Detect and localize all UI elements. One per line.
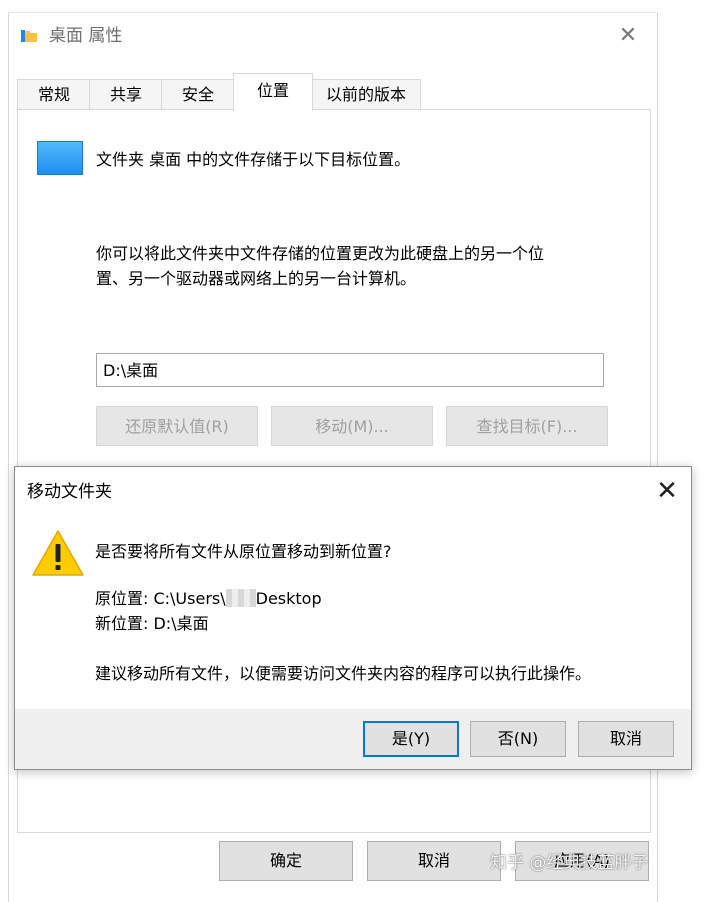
location-info-line-2: 置、另一个驱动器或网络上的另一台计算机。 [96, 269, 417, 288]
dialog-close-button[interactable]: ✕ [649, 475, 685, 507]
original-location: 原位置: C:\Users\ Desktop [95, 588, 322, 610]
no-button[interactable]: 否(N) [470, 721, 566, 757]
redacted-username [225, 589, 256, 607]
original-location-suffix: Desktop [255, 589, 322, 608]
find-target-button[interactable]: 查找目标(F)... [446, 406, 608, 446]
dialog-title: 移动文件夹 [27, 482, 112, 502]
tab-general[interactable]: 常规 [17, 79, 91, 110]
cancel-button[interactable]: 取消 [367, 841, 501, 881]
move-folder-dialog: 移动文件夹 ✕ 是否要将所有文件从原位置移动到新位置? 原位置: C:\User… [14, 466, 692, 770]
warning-triangle-icon [32, 530, 84, 576]
new-location: 新位置: D:\桌面 [95, 614, 209, 633]
yes-button[interactable]: 是(Y) [363, 721, 459, 757]
tab-row: 常规 共享 安全 位置 以前的版本 [17, 73, 649, 111]
original-location-prefix: 原位置: C:\Users\ [95, 589, 226, 608]
dialog-cancel-button[interactable]: 取消 [578, 721, 674, 757]
watermark: 知乎 @经典技蓝胖子 [490, 853, 649, 873]
dialog-suggestion: 建议移动所有文件，以便需要访问文件夹内容的程序可以执行此操作。 [95, 664, 592, 683]
location-description: 文件夹 桌面 中的文件存储于以下目标位置。 [96, 150, 411, 169]
tab-security[interactable]: 安全 [161, 79, 235, 110]
dialog-question: 是否要将所有文件从原位置移动到新位置? [95, 542, 392, 561]
tab-previous-versions[interactable]: 以前的版本 [311, 79, 421, 110]
properties-title-bar: 桌面 属性 ✕ [9, 13, 657, 59]
restore-default-button[interactable]: 还原默认值(R) [96, 406, 258, 446]
dialog-footer: 是(Y) 否(N) 取消 [15, 709, 691, 769]
move-button[interactable]: 移动(M)... [271, 406, 433, 446]
tab-sharing[interactable]: 共享 [89, 79, 163, 110]
properties-title: 桌面 属性 [49, 26, 123, 46]
properties-close-button[interactable]: ✕ [613, 23, 643, 49]
folder-icon [21, 30, 37, 42]
location-path-input[interactable]: D:\桌面 [96, 353, 604, 387]
folder-blue-icon [37, 141, 83, 175]
location-info-line-1: 你可以将此文件夹中文件存储的位置更改为此硬盘上的另一个位 [96, 244, 545, 263]
ok-button[interactable]: 确定 [219, 841, 353, 881]
tab-location[interactable]: 位置 [233, 73, 313, 111]
